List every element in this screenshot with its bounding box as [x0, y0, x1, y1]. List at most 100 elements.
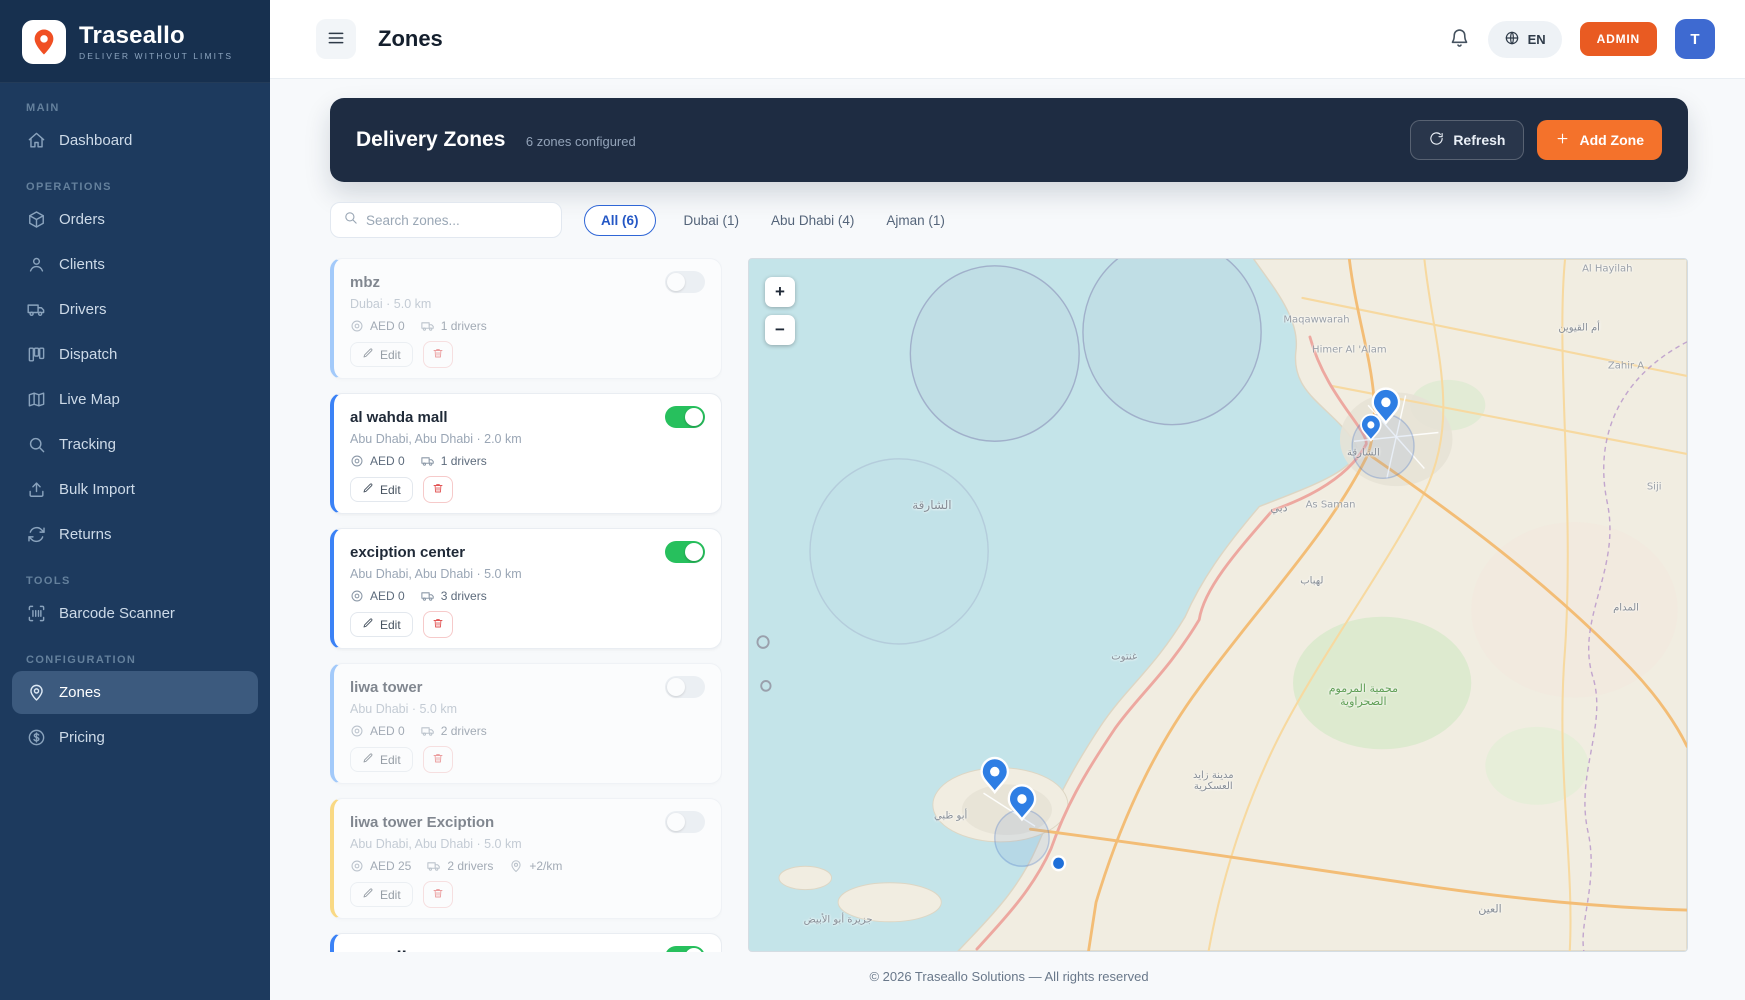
zone-enabled-toggle[interactable]	[665, 946, 705, 952]
banner-subtitle: 6 zones configured	[526, 134, 636, 149]
sidebar-item-live-map[interactable]: Live Map	[12, 378, 258, 421]
coin-icon	[350, 724, 364, 738]
zone-location: Abu Dhabi, Abu Dhabi · 2.0 km	[350, 432, 705, 446]
dashboard-icon	[27, 131, 46, 150]
sidebar-nav: MAINDashboardOPERATIONSOrdersClientsDriv…	[0, 83, 270, 761]
zone-fee: AED 25	[350, 859, 411, 873]
brand-tagline: DELIVER WITHOUT LIMITS	[79, 51, 233, 61]
refresh-icon	[1429, 131, 1444, 149]
zone-enabled-toggle[interactable]	[665, 541, 705, 563]
sidebar-item-label: Returns	[59, 526, 112, 543]
clients-icon	[27, 255, 46, 274]
banner-title: Delivery Zones	[356, 128, 505, 151]
zone-enabled-toggle[interactable]	[665, 676, 705, 698]
zone-card: liwa towerAbu Dhabi · 5.0 kmAED 02 drive…	[330, 663, 722, 784]
sidebar-item-zones[interactable]: Zones	[12, 671, 258, 714]
sidebar-item-label: Drivers	[59, 301, 107, 318]
truck-icon	[421, 589, 435, 603]
zone-delete-button[interactable]	[423, 746, 453, 773]
zone-delete-button[interactable]	[423, 341, 453, 368]
map-zone-radius-circle	[1083, 259, 1261, 425]
zone-drivers: 3 drivers	[421, 589, 487, 603]
search-input[interactable]	[366, 213, 549, 228]
coin-icon	[350, 319, 364, 333]
zone-location: Dubai · 5.0 km	[350, 297, 705, 311]
filter-tab[interactable]: Abu Dhabi (4)	[767, 205, 858, 236]
sidebar-item-pricing[interactable]: Pricing	[12, 716, 258, 759]
notifications-button[interactable]	[1449, 27, 1470, 51]
barcode-icon	[27, 604, 46, 623]
sidebar-item-drivers[interactable]: Drivers	[12, 288, 258, 331]
zone-card: mbzDubai · 5.0 kmAED 01 driversEdit	[330, 258, 722, 379]
zone-fee: AED 0	[350, 319, 405, 333]
nav-section-label: MAIN	[26, 102, 244, 114]
footer-text: © 2026 Traseallo Solutions — All rights …	[330, 952, 1688, 998]
drivers-icon	[27, 300, 46, 319]
zone-delete-button[interactable]	[423, 611, 453, 638]
hamburger-icon	[326, 28, 346, 51]
map-dot-marker[interactable]	[1052, 856, 1065, 870]
zone-edit-button[interactable]: Edit	[350, 882, 413, 907]
coin-icon	[350, 859, 364, 873]
sidebar-item-returns[interactable]: Returns	[12, 513, 258, 556]
zone-extra-rate: +2/km	[509, 859, 562, 873]
map-zoom-in-button[interactable]: +	[765, 277, 795, 307]
search-icon	[343, 210, 358, 230]
sidebar-item-orders[interactable]: Orders	[12, 198, 258, 241]
orders-icon	[27, 210, 46, 229]
zone-enabled-toggle[interactable]	[665, 406, 705, 428]
sidebar-item-dispatch[interactable]: Dispatch	[12, 333, 258, 376]
sidebar-item-label: Clients	[59, 256, 105, 273]
admin-badge[interactable]: ADMIN	[1580, 22, 1657, 56]
map-graphic	[749, 259, 1687, 951]
zone-drivers: 2 drivers	[421, 724, 487, 738]
sidebar-item-label: Dispatch	[59, 346, 117, 363]
map-zoom-out-button[interactable]: −	[765, 315, 795, 345]
returns-icon	[27, 525, 46, 544]
brand-logo[interactable]: Traseallo DELIVER WITHOUT LIMITS	[0, 0, 270, 83]
zone-edit-button[interactable]: Edit	[350, 747, 413, 772]
sidebar-item-bulk-import[interactable]: Bulk Import	[12, 468, 258, 511]
filter-tab[interactable]: All (6)	[584, 205, 656, 236]
zone-name: exciption center	[350, 544, 465, 561]
zone-drivers: 1 drivers	[421, 454, 487, 468]
zone-list[interactable]: mbzDubai · 5.0 kmAED 01 driversEdital wa…	[330, 258, 722, 952]
sidebar-item-clients[interactable]: Clients	[12, 243, 258, 286]
zone-edit-button[interactable]: Edit	[350, 477, 413, 502]
topbar: Zones EN ADMIN T	[270, 0, 1745, 78]
filter-tab[interactable]: Dubai (1)	[680, 205, 744, 236]
truck-icon	[421, 454, 435, 468]
sidebar-item-tracking[interactable]: Tracking	[12, 423, 258, 466]
trash-icon	[432, 482, 444, 497]
zone-fee: AED 0	[350, 589, 405, 603]
zone-location: Abu Dhabi, Abu Dhabi · 5.0 km	[350, 567, 705, 581]
globe-icon	[1504, 30, 1520, 49]
zone-enabled-toggle[interactable]	[665, 271, 705, 293]
sidebar-item-barcode[interactable]: Barcode Scanner	[12, 592, 258, 635]
content-area: Delivery Zones 6 zones configured Refres…	[270, 78, 1745, 1000]
filter-tabs: All (6) Dubai (1) Abu Dhabi (4) Ajman (1)	[584, 205, 949, 236]
add-zone-button[interactable]: Add Zone	[1537, 120, 1662, 160]
menu-toggle-button[interactable]	[316, 19, 356, 59]
route-icon	[509, 859, 523, 873]
zone-delete-button[interactable]	[423, 881, 453, 908]
tracking-icon	[27, 435, 46, 454]
refresh-button[interactable]: Refresh	[1410, 120, 1524, 160]
filter-tab[interactable]: Ajman (1)	[882, 205, 949, 236]
zone-enabled-toggle[interactable]	[665, 811, 705, 833]
trash-icon	[432, 752, 444, 767]
zone-edit-button[interactable]: Edit	[350, 612, 413, 637]
sidebar: Traseallo DELIVER WITHOUT LIMITS MAIN Das…	[0, 0, 270, 1000]
coin-icon	[350, 454, 364, 468]
sidebar-item-dashboard[interactable]: Dashboard	[12, 119, 258, 162]
zone-drivers: 1 drivers	[421, 319, 487, 333]
truck-icon	[421, 724, 435, 738]
zone-delete-button[interactable]	[423, 476, 453, 503]
language-selector[interactable]: EN	[1488, 21, 1562, 58]
pencil-icon	[362, 887, 374, 902]
zone-edit-button[interactable]: Edit	[350, 342, 413, 367]
pencil-icon	[362, 617, 374, 632]
page-title: Zones	[378, 26, 443, 52]
map-canvas[interactable]: الشارقةالشارقةدبيAs SamanMaqawwarahHimer…	[748, 258, 1688, 952]
user-avatar[interactable]: T	[1675, 19, 1715, 59]
